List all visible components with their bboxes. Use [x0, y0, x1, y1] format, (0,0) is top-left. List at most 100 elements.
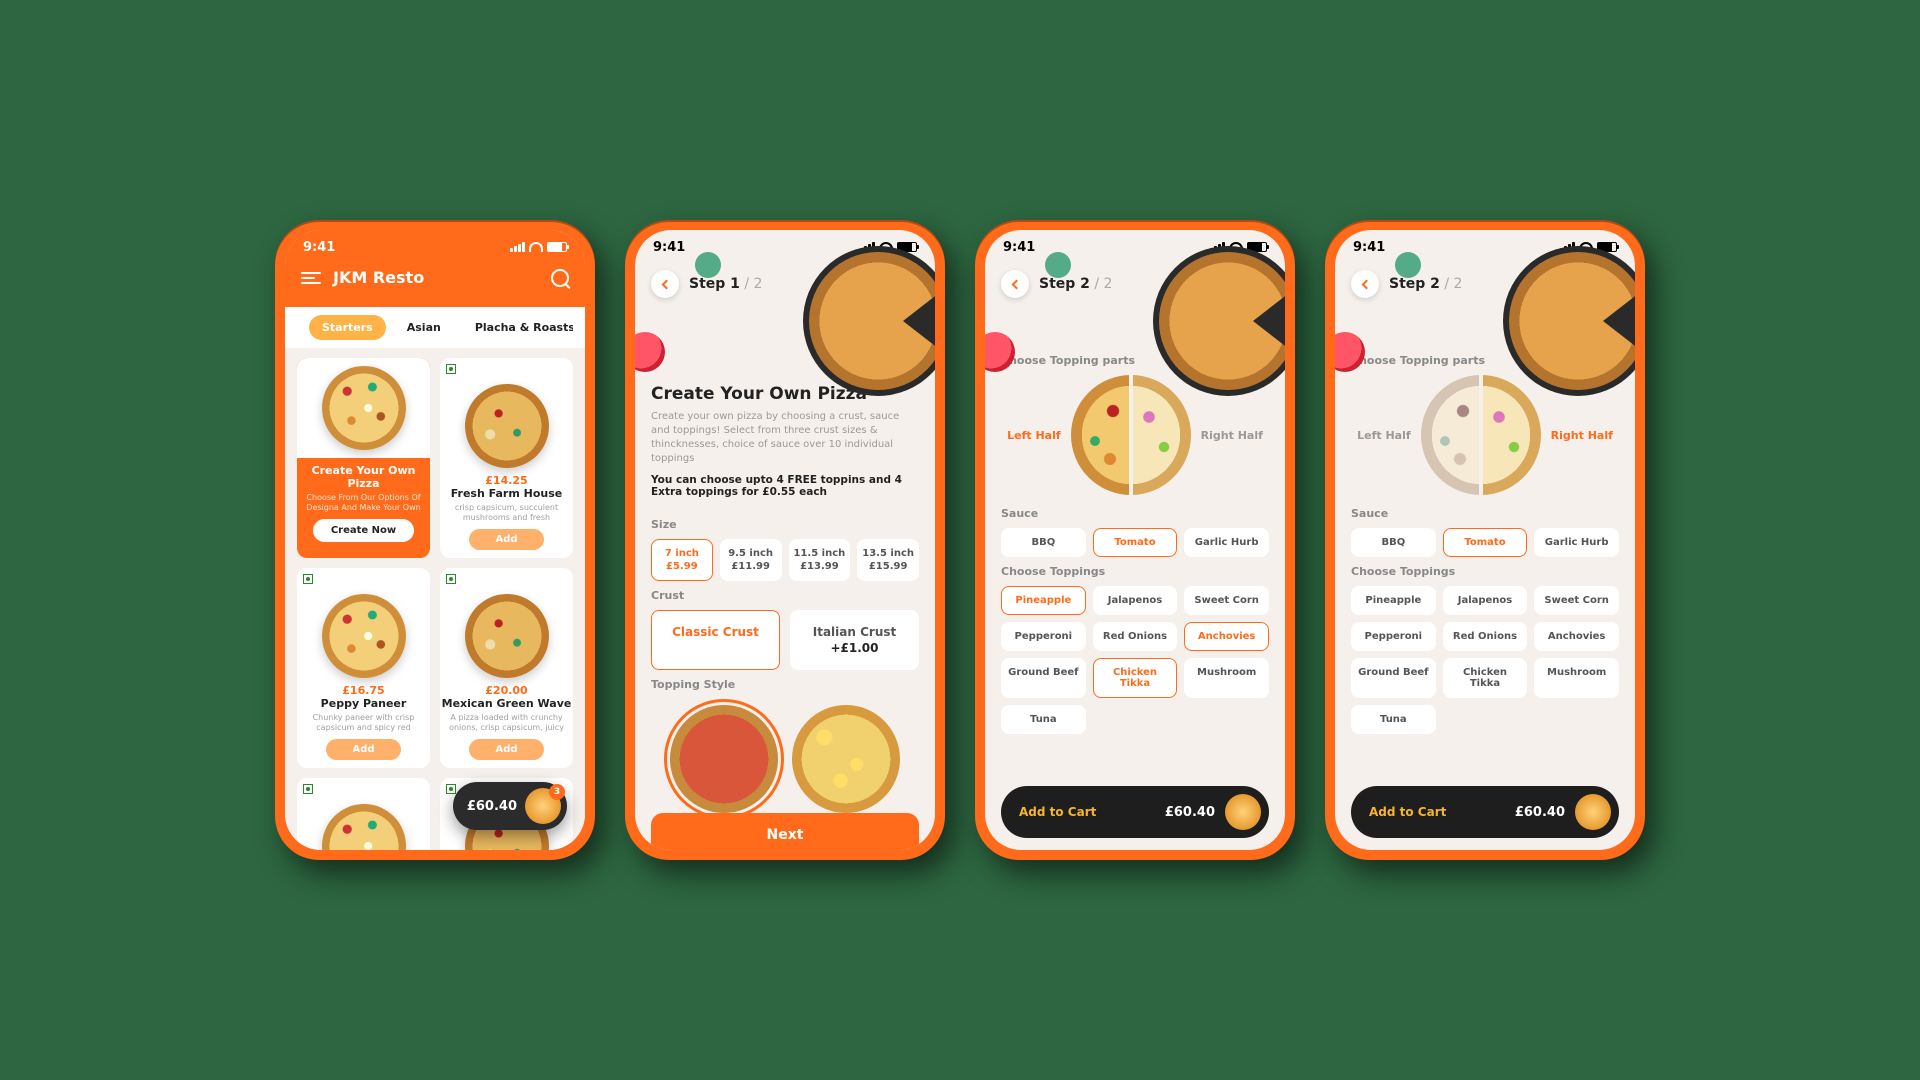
- sauce-option[interactable]: Tomato: [1093, 528, 1178, 557]
- menu-item[interactable]: £14.25 Fresh Farm House crisp capsicum, …: [440, 358, 573, 558]
- add-button[interactable]: Add: [326, 739, 400, 760]
- tab-asian[interactable]: Asian: [394, 315, 454, 340]
- hero-title: Create Your Own Pizza: [297, 464, 430, 490]
- pizza-icon: [1225, 794, 1261, 830]
- crust-option[interactable]: Classic Crust: [651, 610, 780, 670]
- back-button[interactable]: [651, 270, 679, 298]
- decor: [1045, 252, 1071, 278]
- veg-icon: [446, 784, 456, 794]
- topping-option[interactable]: Red Onions: [1093, 622, 1178, 651]
- topping-option[interactable]: Jalapenos: [1093, 586, 1178, 615]
- topping-style-option[interactable]: [670, 705, 778, 813]
- sauce-option[interactable]: BBQ: [1351, 528, 1436, 557]
- topping-option[interactable]: Anchovies: [1534, 622, 1619, 651]
- phone-step2-right: 9:41 Step 2 / 2 Choose Topping parts Lef…: [1325, 220, 1645, 860]
- pizza-half-selector[interactable]: [1071, 375, 1191, 495]
- cart-badge: 3: [549, 784, 565, 800]
- step-indicator: Step 1 / 2: [689, 276, 762, 292]
- topping-option[interactable]: Tuna: [1001, 705, 1086, 734]
- sauce-label: Sauce: [1001, 507, 1269, 520]
- menu-item[interactable]: £20.00 Mexican Green Wave A pizza loaded…: [440, 568, 573, 768]
- topping-option[interactable]: Pepperoni: [1351, 622, 1436, 651]
- back-button[interactable]: [1351, 270, 1379, 298]
- topping-option[interactable]: Sweet Corn: [1184, 586, 1269, 615]
- step-indicator: Step 2 / 2: [1389, 276, 1462, 292]
- pizza-half-selector[interactable]: [1421, 375, 1541, 495]
- left-half-button[interactable]: Left Half: [1357, 429, 1411, 442]
- chevron-left-icon: [1011, 279, 1021, 289]
- sauce-label: Sauce: [1351, 507, 1619, 520]
- cart-total: £60.40: [1515, 805, 1565, 820]
- add-to-cart-bar[interactable]: Add to Cart £60.40: [1001, 786, 1269, 838]
- size-option[interactable]: 7 inch£5.99: [651, 539, 713, 581]
- chevron-left-icon: [661, 279, 671, 289]
- add-button[interactable]: Add: [469, 739, 543, 760]
- topping-option[interactable]: Mushroom: [1534, 658, 1619, 698]
- cart-label: Add to Cart: [1019, 805, 1155, 819]
- menu-icon[interactable]: [301, 272, 321, 284]
- battery-icon: [547, 242, 567, 252]
- topping-option[interactable]: Sweet Corn: [1534, 586, 1619, 615]
- topping-option[interactable]: Pineapple: [1351, 586, 1436, 615]
- veg-icon: [446, 574, 456, 584]
- topping-option[interactable]: Ground Beef: [1001, 658, 1086, 698]
- add-to-cart-bar[interactable]: Add to Cart £60.40: [1351, 786, 1619, 838]
- toppings-label: Choose Toppings: [1001, 565, 1269, 578]
- topping-option[interactable]: Jalapenos: [1443, 586, 1528, 615]
- topping-style-label: Topping Style: [651, 678, 919, 691]
- topping-option[interactable]: Mushroom: [1184, 658, 1269, 698]
- size-option[interactable]: 13.5 inch£15.99: [857, 539, 919, 581]
- topping-style-option[interactable]: [792, 705, 900, 813]
- cart-total: £60.40: [467, 799, 517, 814]
- wifi-icon: [529, 242, 543, 252]
- topping-option[interactable]: Red Onions: [1443, 622, 1528, 651]
- size-label: Size: [651, 518, 919, 531]
- topping-option[interactable]: Chicken Tikka: [1093, 658, 1178, 698]
- signal-icon: [510, 242, 525, 252]
- sauce-option[interactable]: Tomato: [1443, 528, 1528, 557]
- search-icon[interactable]: [551, 269, 569, 287]
- phone-step2-left: 9:41 Step 2 / 2 Choose Topping parts Lef…: [975, 220, 1295, 860]
- status-bar: 9:41: [285, 230, 585, 264]
- topping-option[interactable]: Anchovies: [1184, 622, 1269, 651]
- status-time: 9:41: [303, 240, 335, 255]
- sauce-option[interactable]: Garlic Hurb: [1534, 528, 1619, 557]
- tab-starters[interactable]: Starters: [309, 315, 386, 340]
- size-option[interactable]: 9.5 inch£11.99: [720, 539, 782, 581]
- veg-icon: [303, 784, 313, 794]
- category-tabs: Starters Asian Placha & Roasts & Grills …: [297, 315, 573, 340]
- menu-item[interactable]: £16.75 Peppy Paneer Chunky paneer with c…: [297, 778, 430, 850]
- step-indicator: Step 2 / 2: [1039, 276, 1112, 292]
- decor: [695, 252, 721, 278]
- topping-option[interactable]: Pineapple: [1001, 586, 1086, 615]
- topping-option[interactable]: Tuna: [1351, 705, 1436, 734]
- right-half-button[interactable]: Right Half: [1201, 429, 1263, 442]
- right-half-button[interactable]: Right Half: [1551, 429, 1613, 442]
- topping-option[interactable]: Ground Beef: [1351, 658, 1436, 698]
- add-button[interactable]: Add: [469, 529, 543, 550]
- topping-option[interactable]: Chicken Tikka: [1443, 658, 1528, 698]
- cart-fab[interactable]: £60.40 3: [453, 782, 567, 830]
- menu-item[interactable]: £16.75 Peppy Paneer Chunky paneer with c…: [297, 568, 430, 768]
- size-option[interactable]: 11.5 inch£13.99: [789, 539, 851, 581]
- page-subtitle: Create your own pizza by choosing a crus…: [651, 410, 919, 466]
- pizza-icon: 3: [525, 788, 561, 824]
- cart-label: Add to Cart: [1369, 805, 1505, 819]
- crust-option[interactable]: Italian Crust+£1.00: [790, 610, 919, 670]
- chevron-left-icon: [1361, 279, 1371, 289]
- toppings-label: Choose Toppings: [1351, 565, 1619, 578]
- left-half-button[interactable]: Left Half: [1007, 429, 1061, 442]
- veg-icon: [303, 574, 313, 584]
- sauce-option[interactable]: BBQ: [1001, 528, 1086, 557]
- back-button[interactable]: [1001, 270, 1029, 298]
- create-pizza-card[interactable]: Create Your Own Pizza Choose From Our Op…: [297, 358, 430, 558]
- pizza-icon: [1575, 794, 1611, 830]
- topping-option[interactable]: Pepperoni: [1001, 622, 1086, 651]
- decor: [1395, 252, 1421, 278]
- app-title: JKM Resto: [333, 268, 539, 287]
- next-button[interactable]: Next: [651, 813, 919, 850]
- tab-grills[interactable]: Placha & Roasts & Grills: [462, 315, 573, 340]
- sauce-option[interactable]: Garlic Hurb: [1184, 528, 1269, 557]
- create-now-button[interactable]: Create Now: [313, 519, 414, 542]
- phone-menu: 9:41 JKM Resto Starters Asian Placha & R…: [275, 220, 595, 860]
